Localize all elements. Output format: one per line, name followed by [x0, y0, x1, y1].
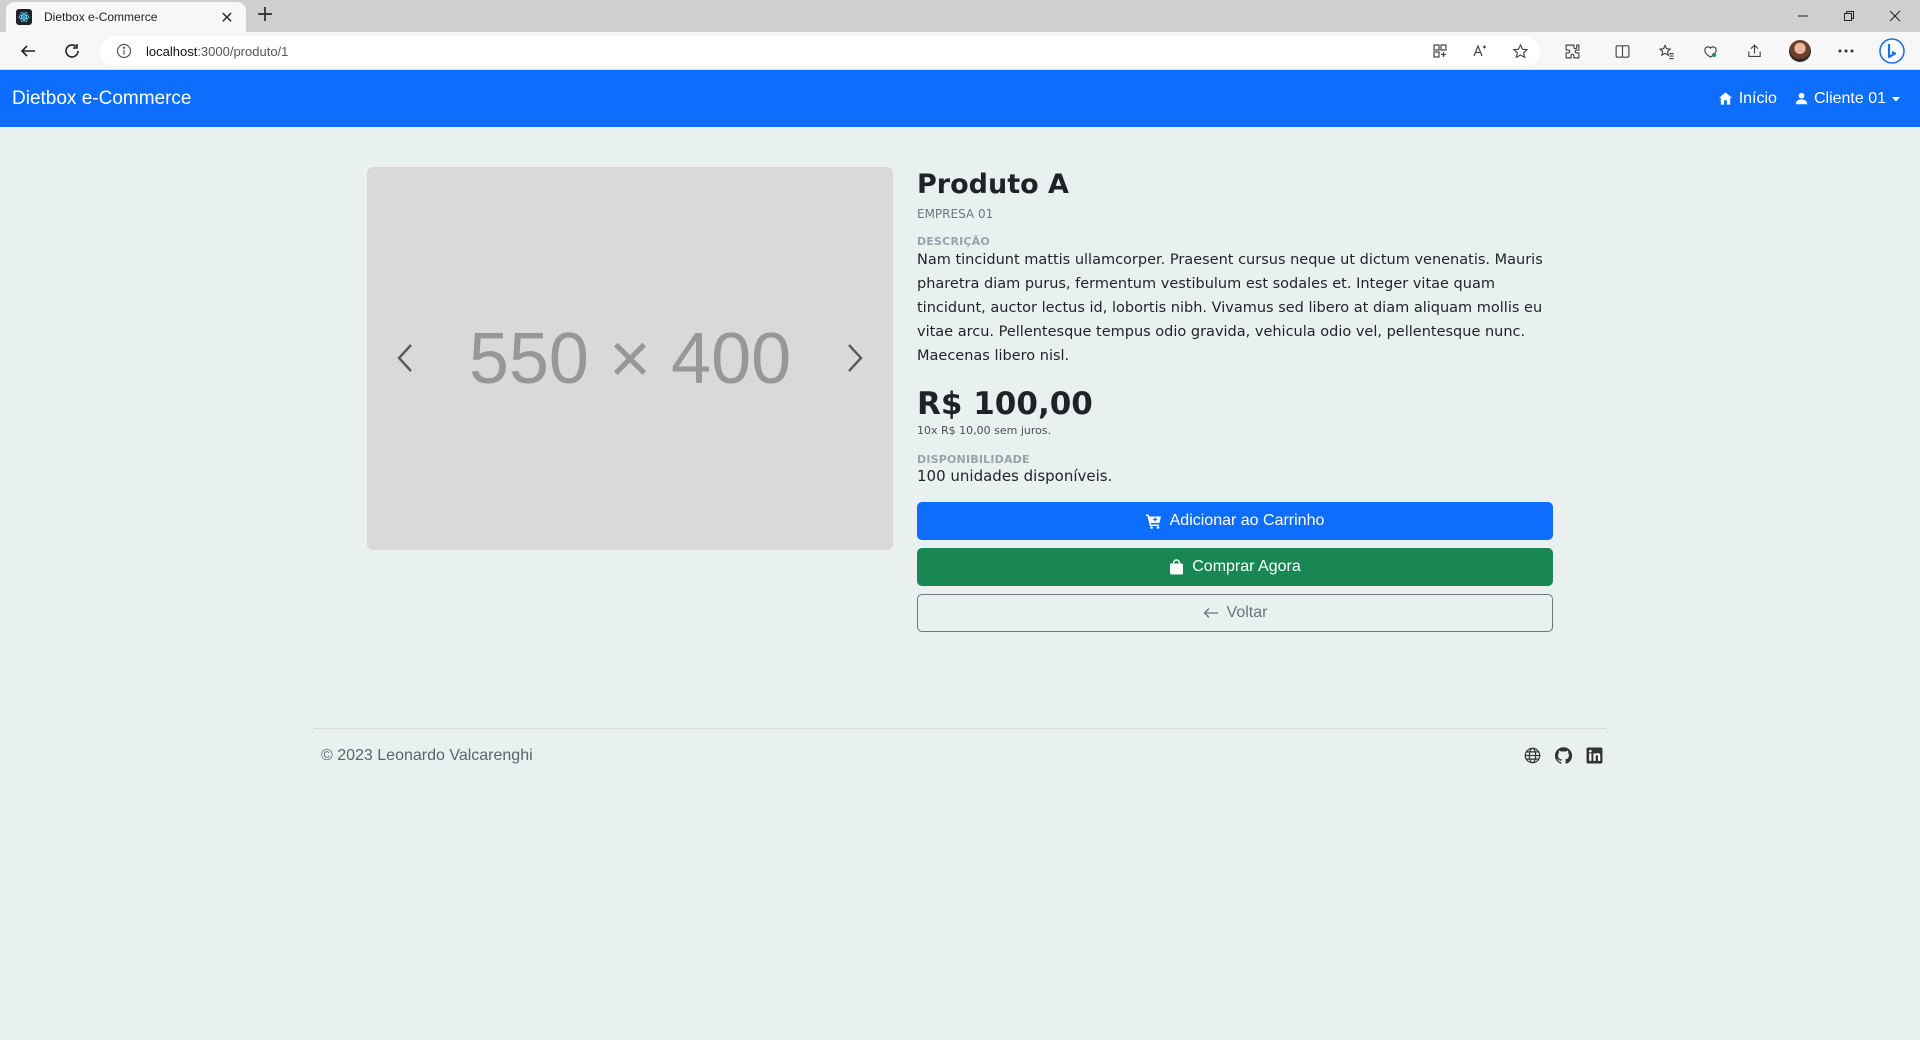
availability-label: DISPONIBILIDADE	[917, 453, 1030, 466]
product-image-carousel: 550 × 400	[367, 167, 893, 550]
arrow-left-icon	[1203, 608, 1218, 618]
address-bar[interactable]: localhost:3000/produto/1	[100, 36, 1540, 66]
footer-divider	[313, 728, 1607, 729]
app-available-icon[interactable]	[1426, 37, 1454, 65]
browser-essentials-icon[interactable]	[1696, 37, 1724, 65]
add-to-cart-label: Adicionar ao Carrinho	[1169, 512, 1325, 529]
url-text: localhost:3000/produto/1	[146, 43, 289, 59]
split-screen-icon[interactable]	[1608, 37, 1636, 65]
tab-title: Dietbox e-Commerce	[44, 10, 158, 24]
back-icon[interactable]	[14, 37, 42, 65]
restore-button[interactable]	[1826, 0, 1872, 32]
brand-link[interactable]: Dietbox e-Commerce	[12, 88, 192, 110]
share-icon[interactable]	[1740, 37, 1768, 65]
chevron-left-icon	[397, 344, 412, 372]
globe-icon[interactable]	[1524, 747, 1541, 768]
buy-now-label: Comprar Agora	[1192, 558, 1301, 575]
footer-copyright: © 2023 Leonardo Valcarenghi	[321, 747, 533, 764]
profile-avatar[interactable]	[1786, 37, 1814, 65]
home-link-label: Início	[1738, 89, 1777, 107]
house-icon	[1718, 92, 1732, 105]
more-options-icon[interactable]	[1832, 37, 1860, 65]
linkedin-icon[interactable]	[1586, 747, 1603, 768]
minimize-button[interactable]	[1780, 0, 1826, 32]
browser-toolbar: localhost:3000/produto/1	[0, 32, 1920, 70]
carousel-next-button[interactable]	[835, 333, 875, 383]
home-link[interactable]: Início	[1718, 90, 1777, 108]
product-description: Nam tincidunt mattis ullamcorper. Praese…	[917, 252, 1543, 364]
chevron-right-icon	[848, 344, 863, 372]
site-info-icon[interactable]	[116, 43, 132, 59]
user-dropdown-label: Cliente 01	[1813, 89, 1886, 107]
app-navbar: Dietbox e-Commerce Início Cliente 01	[0, 70, 1920, 127]
shopping-bag-icon	[1170, 559, 1184, 575]
browser-tabstrip: Dietbox e-Commerce ✕ +	[0, 0, 1920, 32]
read-aloud-icon[interactable]	[1466, 37, 1494, 65]
product-price: R$ 100,00	[917, 386, 1093, 422]
user-dropdown[interactable]: Cliente 01	[1795, 90, 1900, 108]
navbar-links: Início Cliente 01	[1718, 90, 1908, 108]
caret-down-icon	[1892, 96, 1900, 101]
footer-social-links	[1524, 747, 1603, 768]
browser-tab[interactable]: Dietbox e-Commerce ✕	[6, 2, 246, 32]
github-icon[interactable]	[1554, 747, 1573, 768]
product-image-placeholder: 550 × 400	[468, 318, 792, 399]
bing-copilot-icon[interactable]	[1878, 37, 1906, 65]
extensions-icon[interactable]	[1558, 37, 1586, 65]
favorites-icon[interactable]	[1652, 37, 1680, 65]
product-name: Produto A	[917, 169, 1069, 200]
new-tab-button[interactable]: +	[252, 3, 278, 29]
close-window-button[interactable]	[1872, 0, 1918, 32]
carousel-prev-button[interactable]	[385, 333, 425, 383]
favorite-star-icon[interactable]	[1506, 37, 1534, 65]
installments-text: 10x R$ 10,00 sem juros.	[917, 424, 1052, 437]
cart-icon	[1145, 514, 1161, 529]
description-label: DESCRIÇÃO	[917, 235, 990, 248]
react-favicon-icon	[16, 9, 32, 25]
person-icon	[1795, 92, 1808, 105]
product-details: Produto A EMPRESA 01 DESCRIÇÃO Nam tinci…	[917, 167, 1553, 632]
add-to-cart-button[interactable]: Adicionar ao Carrinho	[917, 502, 1553, 540]
back-button[interactable]: Voltar	[917, 594, 1553, 632]
back-label: Voltar	[1226, 604, 1268, 621]
availability-text: 100 unidades disponíveis.	[917, 467, 1113, 485]
tab-close-icon[interactable]: ✕	[218, 8, 236, 27]
buy-now-button[interactable]: Comprar Agora	[917, 548, 1553, 586]
product-company: EMPRESA 01	[917, 207, 994, 221]
reload-icon[interactable]	[58, 37, 86, 65]
